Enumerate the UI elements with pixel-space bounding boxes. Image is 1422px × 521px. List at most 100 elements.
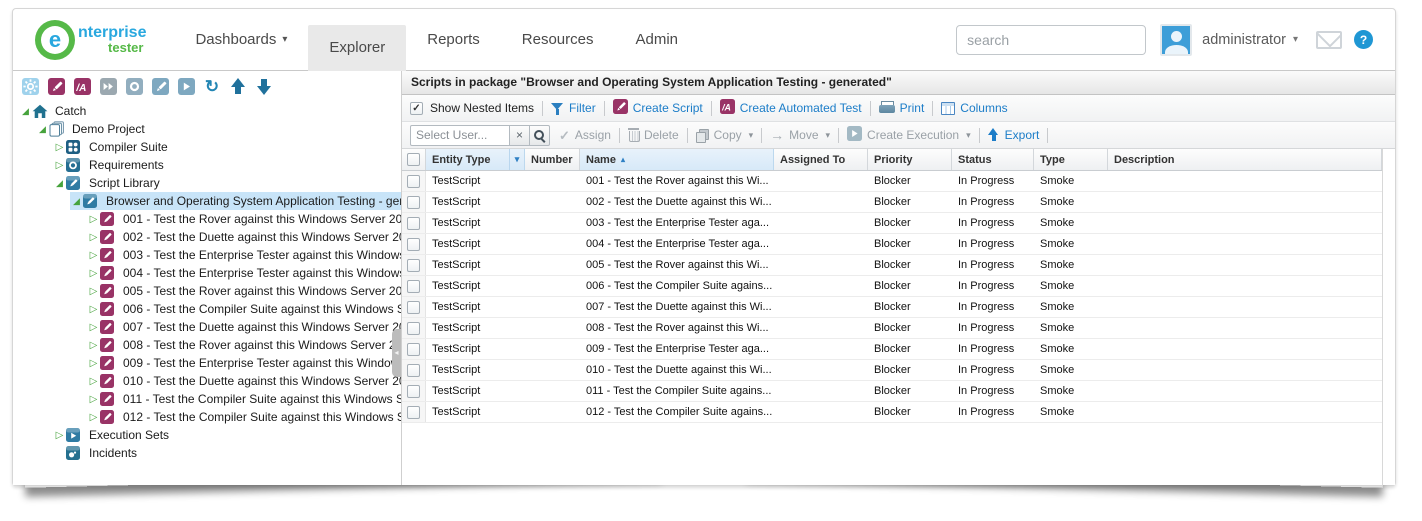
nav-reports[interactable]: Reports — [406, 9, 501, 71]
user-menu[interactable]: administrator ▾ — [1202, 32, 1298, 48]
clear-user-button[interactable]: × — [509, 125, 530, 146]
row-checkbox[interactable] — [407, 343, 420, 356]
column-header-entity_type[interactable]: Entity Type▾ — [426, 149, 525, 170]
tree-item[interactable]: ◢Demo Project — [13, 120, 401, 138]
table-row[interactable]: TestScript006 - Test the Compiler Suite … — [402, 276, 1382, 297]
app-logo[interactable]: e nterprise tester — [35, 20, 146, 60]
row-checkbox[interactable] — [407, 385, 420, 398]
select-user-input[interactable] — [410, 125, 510, 146]
tree-expander[interactable]: ◢ — [53, 178, 66, 189]
export-button[interactable]: Export — [988, 128, 1040, 142]
create-execution-button[interactable]: Create Execution▾ — [847, 126, 971, 144]
tree-expander[interactable]: ▷ — [87, 340, 100, 351]
tree-expander[interactable]: ▷ — [87, 358, 100, 369]
column-header-number[interactable]: Number — [525, 149, 580, 170]
tree-item[interactable]: ◢Browser and Operating System Applicatio… — [13, 192, 401, 210]
copy-button[interactable]: Copy▾ — [696, 128, 754, 142]
column-header-priority[interactable]: Priority — [868, 149, 952, 170]
filter-button[interactable]: Filter — [551, 101, 596, 115]
row-checkbox[interactable] — [407, 301, 420, 314]
tree-expander[interactable]: ▷ — [87, 214, 100, 225]
assign-button[interactable]: ✓Assign — [559, 128, 611, 142]
row-checkbox[interactable] — [407, 196, 420, 209]
execution-icon[interactable] — [176, 77, 196, 97]
table-row[interactable]: TestScript012 - Test the Compiler Suite … — [402, 402, 1382, 423]
tree-item[interactable]: ▷Compiler Suite — [13, 138, 401, 156]
tree-item[interactable]: ▷010 - Test the Duette against this Wind… — [13, 372, 401, 390]
tree-item[interactable]: Incidents — [13, 444, 401, 462]
table-row[interactable]: TestScript008 - Test the Rover against t… — [402, 318, 1382, 339]
show-nested-checkbox[interactable]: ✓ — [410, 102, 423, 115]
refresh-icon[interactable]: ↻ — [202, 77, 222, 97]
tree-expander[interactable]: ▷ — [53, 160, 66, 171]
tree-expander[interactable]: ◢ — [19, 106, 32, 117]
tree-item[interactable]: ▷006 - Test the Compiler Suite against t… — [13, 300, 401, 318]
tree-expander[interactable]: ▷ — [87, 412, 100, 423]
tree-item[interactable]: ▷008 - Test the Rover against this Windo… — [13, 336, 401, 354]
nav-dashboards[interactable]: Dashboards▾ — [174, 9, 308, 71]
create-automated-test-icon[interactable]: /A — [72, 77, 92, 97]
panel-collapse-handle[interactable]: ◂ — [392, 329, 401, 377]
tree-item[interactable]: ▷Execution Sets — [13, 426, 401, 444]
requirement-icon[interactable] — [124, 77, 144, 97]
tree-expander[interactable]: ▷ — [87, 232, 100, 243]
tree-item[interactable]: ▷003 - Test the Enterprise Tester agains… — [13, 246, 401, 264]
row-checkbox[interactable] — [407, 175, 420, 188]
column-menu-icon[interactable]: ▾ — [509, 149, 524, 170]
tree-item[interactable]: ▷004 - Test the Enterprise Tester agains… — [13, 264, 401, 282]
tree-expander[interactable]: ▷ — [87, 376, 100, 387]
column-header-assigned_to[interactable]: Assigned To — [774, 149, 868, 170]
table-row[interactable]: TestScript002 - Test the Duette against … — [402, 192, 1382, 213]
tree-expander[interactable]: ◢ — [70, 196, 83, 207]
print-button[interactable]: Print — [879, 101, 925, 115]
tree-item[interactable]: ▷007 - Test the Duette against this Wind… — [13, 318, 401, 336]
table-row[interactable]: TestScript009 - Test the Enterprise Test… — [402, 339, 1382, 360]
delete-button[interactable]: Delete — [628, 128, 679, 142]
table-row[interactable]: TestScript011 - Test the Compiler Suite … — [402, 381, 1382, 402]
select-all-checkbox[interactable] — [407, 153, 420, 166]
tree-item[interactable]: ▷005 - Test the Rover against this Windo… — [13, 282, 401, 300]
column-header-type[interactable]: Type — [1034, 149, 1108, 170]
table-row[interactable]: TestScript004 - Test the Enterprise Test… — [402, 234, 1382, 255]
avatar[interactable] — [1160, 24, 1192, 56]
row-checkbox[interactable] — [407, 322, 420, 335]
nav-explorer[interactable]: Explorer — [308, 25, 406, 71]
tree-item[interactable]: ◢Catch — [13, 102, 401, 120]
tree-item[interactable]: ▷009 - Test the Enterprise Tester agains… — [13, 354, 401, 372]
columns-button[interactable]: Columns — [941, 101, 1007, 115]
column-header-description[interactable]: Description — [1108, 149, 1382, 170]
create-script-icon[interactable] — [46, 77, 66, 97]
row-checkbox[interactable] — [407, 238, 420, 251]
nav-resources[interactable]: Resources — [501, 9, 615, 71]
row-checkbox[interactable] — [407, 217, 420, 230]
tree-expander[interactable]: ◢ — [36, 124, 49, 135]
create-script-button[interactable]: Create Script — [613, 99, 703, 117]
help-button[interactable]: ? — [1354, 30, 1373, 49]
tree-expander[interactable]: ▷ — [87, 268, 100, 279]
move-down-icon[interactable] — [254, 77, 274, 97]
table-row[interactable]: TestScript005 - Test the Rover against t… — [402, 255, 1382, 276]
row-checkbox[interactable] — [407, 364, 420, 377]
tree-expander[interactable]: ▷ — [87, 286, 100, 297]
tree-item[interactable]: ▷001 - Test the Rover against this Windo… — [13, 210, 401, 228]
tree-expander[interactable]: ▷ — [87, 304, 100, 315]
tree-expander[interactable]: ▷ — [53, 142, 66, 153]
table-row[interactable]: TestScript010 - Test the Duette against … — [402, 360, 1382, 381]
row-checkbox[interactable] — [407, 259, 420, 272]
search-input[interactable] — [956, 25, 1146, 55]
tree-expander[interactable]: ▷ — [87, 394, 100, 405]
row-checkbox[interactable] — [407, 280, 420, 293]
tree-expander[interactable]: ▷ — [53, 430, 66, 441]
tree-item[interactable]: ◢Script Library — [13, 174, 401, 192]
row-checkbox[interactable] — [407, 406, 420, 419]
column-header-name[interactable]: Name▴ — [580, 149, 774, 170]
tree-item[interactable]: ▷Requirements — [13, 156, 401, 174]
tree-item[interactable]: ▷011 - Test the Compiler Suite against t… — [13, 390, 401, 408]
create-automated-test-button[interactable]: /ACreate Automated Test — [720, 99, 862, 117]
tree-expander[interactable]: ▷ — [87, 250, 100, 261]
nav-admin[interactable]: Admin — [614, 9, 699, 71]
tree-item[interactable]: ▷002 - Test the Duette against this Wind… — [13, 228, 401, 246]
table-row[interactable]: TestScript003 - Test the Enterprise Test… — [402, 213, 1382, 234]
fast-forward-icon[interactable] — [98, 77, 118, 97]
script-icon[interactable] — [150, 77, 170, 97]
